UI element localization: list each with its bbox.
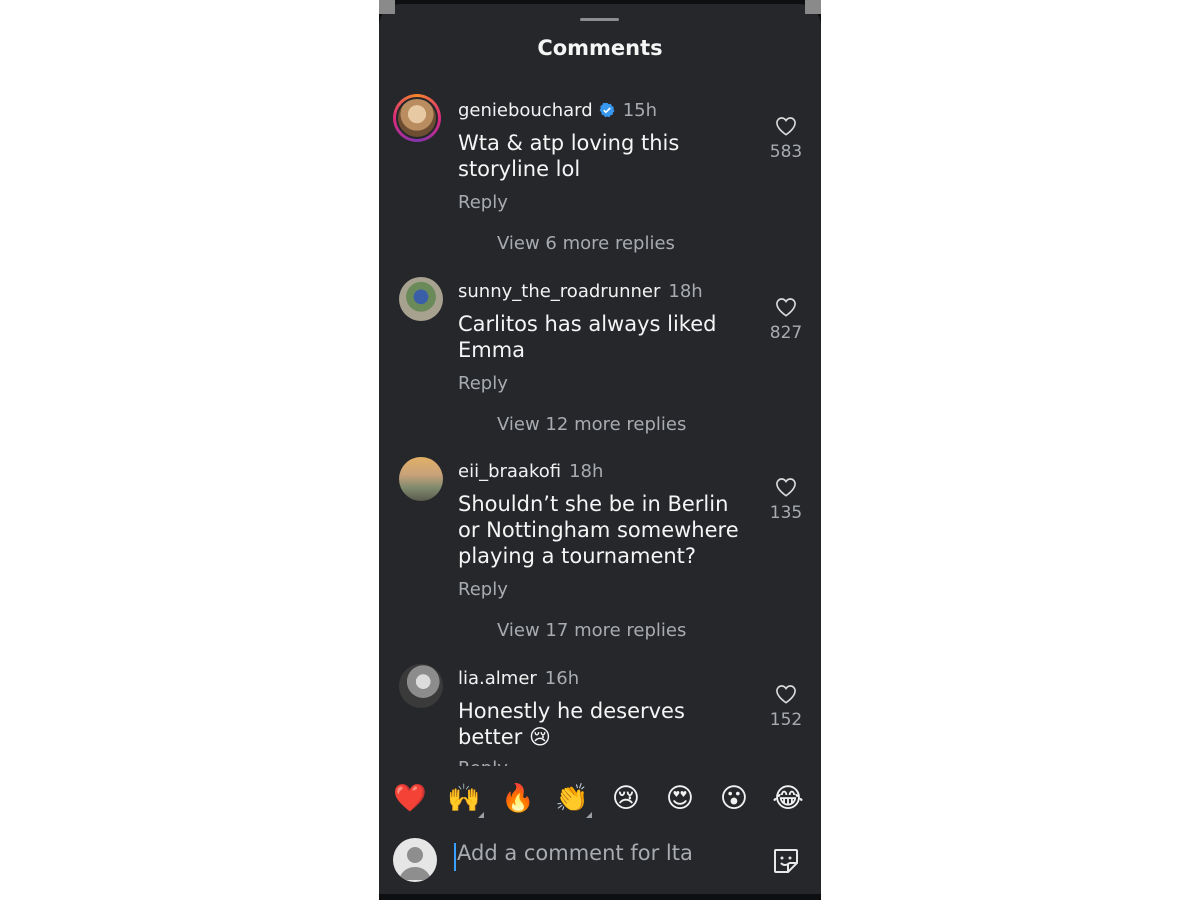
view-replies-button[interactable]: View 6 more replies <box>497 233 675 254</box>
comment-username[interactable]: geniebouchard <box>458 100 593 121</box>
heart-outline-icon <box>776 685 796 704</box>
comment-meta: lia.almer 16h <box>458 668 579 689</box>
comment-text: Shouldn’t she be in Berlin or Nottingham… <box>458 492 739 568</box>
comment-meta: eii_braakofi 18h <box>458 461 603 482</box>
sheet-title: Comments <box>537 36 663 60</box>
like-count: 135 <box>769 503 803 523</box>
reply-button[interactable]: Reply <box>458 373 508 394</box>
background-corner <box>805 0 821 14</box>
comment-input[interactable] <box>457 841 747 865</box>
view-replies-button[interactable]: View 12 more replies <box>497 414 686 435</box>
like-button[interactable]: 135 <box>759 477 813 523</box>
quick-reactions-bar: ❤️ 🙌 🔥 👏 😢 😍 😮 😂 <box>379 770 821 830</box>
comments-sheet: Comments geniebouchard 15h Wta & atp lovi… <box>379 4 821 894</box>
heart-outline-icon <box>776 298 796 317</box>
heart-eyes-emoji-button[interactable]: 😍 <box>660 782 700 816</box>
tears-of-joy-emoji-button[interactable]: 😂 <box>768 782 808 816</box>
raising-hands-emoji: 🙌 <box>447 783 481 814</box>
text-cursor <box>454 843 456 871</box>
fire-emoji-button[interactable]: 🔥 <box>498 782 538 816</box>
comment-time: 18h <box>569 461 604 482</box>
comment-list[interactable]: geniebouchard 15h Wta & atp loving this s… <box>379 90 821 766</box>
heart-outline-icon <box>776 117 796 136</box>
like-count: 827 <box>769 323 803 343</box>
comment-username[interactable]: eii_braakofi <box>458 461 561 482</box>
like-count: 583 <box>769 142 803 162</box>
verified-badge-icon <box>599 102 615 118</box>
comment-username[interactable]: sunny_the_roadrunner <box>458 281 660 302</box>
like-button[interactable]: 827 <box>759 297 813 343</box>
view-replies-button[interactable]: View 17 more replies <box>497 620 686 641</box>
clapping-hands-emoji-button[interactable]: 👏 <box>552 782 592 818</box>
heart-outline-icon <box>776 478 796 497</box>
comment-text: Honestly he deserves better 😢 <box>458 699 685 749</box>
surprised-face-emoji-button[interactable]: 😮 <box>714 782 754 816</box>
red-heart-emoji-button[interactable]: ❤️ <box>390 782 430 816</box>
raising-hands-emoji-button[interactable]: 🙌 <box>444 782 484 818</box>
sticker-icon[interactable] <box>771 846 801 876</box>
avatar[interactable] <box>399 277 443 321</box>
user-avatar-icon <box>393 838 437 882</box>
comment-username[interactable]: lia.almer <box>458 668 537 689</box>
comment-time: 16h <box>544 668 580 689</box>
reply-button[interactable]: Reply <box>458 758 508 766</box>
comment-meta: sunny_the_roadrunner 18h <box>458 281 703 302</box>
comment-composer <box>379 830 821 894</box>
avatar[interactable] <box>393 94 441 142</box>
phone-screen: Comments geniebouchard 15h Wta & atp lovi… <box>379 0 821 900</box>
drag-handle[interactable] <box>580 18 619 21</box>
avatar[interactable] <box>399 664 443 708</box>
comment-meta: geniebouchard 15h <box>458 100 657 121</box>
clapping-hands-emoji: 👏 <box>555 783 589 814</box>
comment-time: 15h <box>622 100 657 121</box>
background-corner <box>379 0 395 14</box>
comment-text: Carlitos has always liked Emma <box>458 312 717 362</box>
comment-text: Wta & atp loving this storyline lol <box>458 131 680 181</box>
reply-button[interactable]: Reply <box>458 192 508 213</box>
crying-face-emoji-button[interactable]: 😢 <box>606 782 646 816</box>
comment-time: 18h <box>668 281 703 302</box>
like-count: 152 <box>769 710 803 730</box>
avatar[interactable] <box>399 457 443 501</box>
reply-button[interactable]: Reply <box>458 579 508 600</box>
like-button[interactable]: 152 <box>759 684 813 730</box>
like-button[interactable]: 583 <box>759 116 813 162</box>
